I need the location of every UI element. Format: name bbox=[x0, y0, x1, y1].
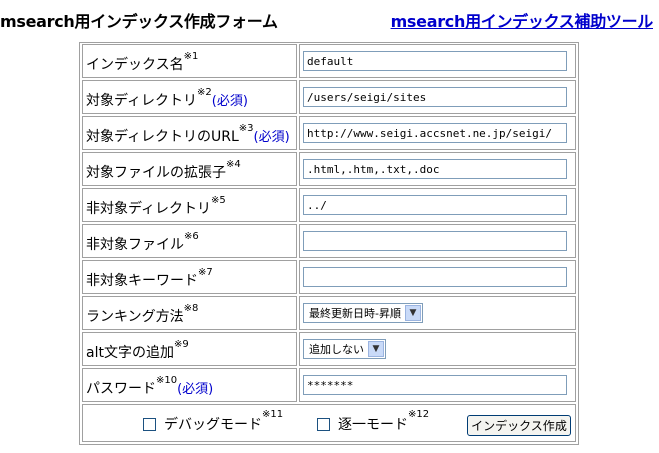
label-cell: 対象ディレクトリ※2(必須) bbox=[82, 80, 297, 114]
target-directory-label: 対象ディレクトリ bbox=[86, 93, 198, 109]
label-cell: パスワード※10(必須) bbox=[82, 368, 297, 402]
input-cell: 最終更新日時-昇順 ▼ bbox=[299, 296, 576, 330]
ranking-method-select[interactable]: 最終更新日時-昇順 ▼ bbox=[303, 303, 423, 323]
label-cell: 非対象ディレクトリ※5 bbox=[82, 188, 297, 222]
file-extensions-input[interactable]: .html,.htm,.txt,.doc bbox=[303, 159, 567, 179]
excluded-directory-label: 非対象ディレクトリ bbox=[86, 201, 212, 217]
sequential-mode-option[interactable]: 逐一モード ※12 bbox=[317, 409, 429, 434]
debug-mode-label: デバッグモード bbox=[164, 417, 262, 433]
note-marker: ※10 bbox=[156, 375, 178, 386]
input-cell: /users/seigi/sites bbox=[299, 80, 576, 114]
note-marker: ※4 bbox=[226, 159, 241, 170]
excluded-keywords-input[interactable] bbox=[303, 267, 567, 287]
note-marker: ※5 bbox=[211, 195, 226, 206]
excluded-keywords-label: 非対象キーワード bbox=[86, 273, 198, 289]
index-form: インデックス名※1 default 対象ディレクトリ※2(必須) /users/… bbox=[79, 42, 579, 445]
excluded-directory-input[interactable]: ../ bbox=[303, 195, 567, 215]
label-cell: 対象ディレクトリのURL※3(必須) bbox=[82, 116, 297, 150]
input-cell bbox=[299, 260, 576, 294]
excluded-files-input[interactable] bbox=[303, 231, 567, 251]
ranking-method-value: 最終更新日時-昇順 bbox=[309, 307, 401, 320]
label-cell: インデックス名※1 bbox=[82, 44, 297, 78]
options-row: デバッグモード ※11 逐一モード ※12 インデックス作成 bbox=[82, 404, 576, 442]
note-marker: ※11 bbox=[262, 408, 284, 420]
form-row-target-url: 対象ディレクトリのURL※3(必須) http://www.seigi.accs… bbox=[82, 116, 576, 150]
target-url-label: 対象ディレクトリのURL bbox=[86, 129, 239, 145]
note-marker: ※1 bbox=[183, 51, 199, 62]
input-cell bbox=[299, 224, 576, 258]
index-name-input[interactable]: default bbox=[303, 51, 567, 71]
input-cell: .html,.htm,.txt,.doc bbox=[299, 152, 576, 186]
form-row-target-directory: 対象ディレクトリ※2(必須) /users/seigi/sites bbox=[82, 80, 576, 114]
note-marker: ※8 bbox=[183, 303, 199, 314]
required-marker: (必須) bbox=[211, 94, 248, 109]
target-url-input[interactable]: http://www.seigi.accsnet.ne.jp/seigi/ bbox=[303, 123, 567, 143]
form-row-password: パスワード※10(必須) ******* bbox=[82, 368, 576, 402]
label-cell: 非対象ファイル※6 bbox=[82, 224, 297, 258]
label-cell: alt文字の追加※9 bbox=[82, 332, 297, 366]
label-cell: 非対象キーワード※7 bbox=[82, 260, 297, 294]
form-row-index-name: インデックス名※1 default bbox=[82, 44, 576, 78]
input-cell: 追加しない ▼ bbox=[299, 332, 576, 366]
chevron-down-icon[interactable]: ▼ bbox=[368, 341, 384, 357]
note-marker: ※6 bbox=[184, 231, 199, 242]
sequential-mode-checkbox[interactable] bbox=[317, 417, 330, 431]
ranking-method-label: ランキング方法 bbox=[86, 309, 184, 325]
form-row-excluded-files: 非対象ファイル※6 bbox=[82, 224, 576, 258]
input-cell: ******* bbox=[299, 368, 576, 402]
create-index-button[interactable]: インデックス作成 bbox=[467, 415, 571, 436]
form-row-excluded-keywords: 非対象キーワード※7 bbox=[82, 260, 576, 294]
page-title: msearch用インデックス作成フォーム bbox=[0, 12, 278, 31]
note-marker: ※12 bbox=[408, 408, 430, 420]
note-marker: ※9 bbox=[173, 339, 189, 350]
password-input[interactable]: ******* bbox=[303, 375, 567, 395]
form-row-excluded-directory: 非対象ディレクトリ※5 ../ bbox=[82, 188, 576, 222]
alt-text-label: alt文字の追加 bbox=[86, 345, 174, 361]
input-cell: default bbox=[299, 44, 576, 78]
chevron-down-icon[interactable]: ▼ bbox=[404, 305, 421, 321]
target-directory-input[interactable]: /users/seigi/sites bbox=[303, 87, 567, 107]
input-cell: http://www.seigi.accsnet.ne.jp/seigi/ bbox=[299, 116, 576, 150]
label-cell: ランキング方法※8 bbox=[82, 296, 297, 330]
password-label: パスワード bbox=[86, 381, 156, 397]
input-cell: ../ bbox=[299, 188, 576, 222]
alt-text-value: 追加しない bbox=[309, 343, 364, 356]
index-name-label: インデックス名 bbox=[86, 57, 184, 73]
file-extensions-label: 対象ファイルの拡張子 bbox=[86, 165, 226, 181]
note-marker: ※7 bbox=[198, 267, 213, 278]
required-marker: (必須) bbox=[177, 382, 214, 397]
alt-text-select[interactable]: 追加しない ▼ bbox=[303, 339, 386, 359]
label-cell: 対象ファイルの拡張子※4 bbox=[82, 152, 297, 186]
form-row-alt-text: alt文字の追加※9 追加しない ▼ bbox=[82, 332, 576, 366]
index-helper-tool-link[interactable]: msearch用インデックス補助ツール bbox=[391, 8, 654, 32]
required-marker: (必須) bbox=[253, 130, 290, 145]
excluded-files-label: 非対象ファイル bbox=[86, 237, 184, 253]
note-marker: ※3 bbox=[238, 123, 254, 134]
sequential-mode-label: 逐一モード bbox=[338, 417, 408, 433]
debug-mode-checkbox[interactable] bbox=[143, 417, 156, 431]
form-row-ranking-method: ランキング方法※8 最終更新日時-昇順 ▼ bbox=[82, 296, 576, 330]
note-marker: ※2 bbox=[197, 87, 212, 98]
form-row-file-extensions: 対象ファイルの拡張子※4 .html,.htm,.txt,.doc bbox=[82, 152, 576, 186]
debug-mode-option[interactable]: デバッグモード ※11 bbox=[143, 409, 283, 434]
